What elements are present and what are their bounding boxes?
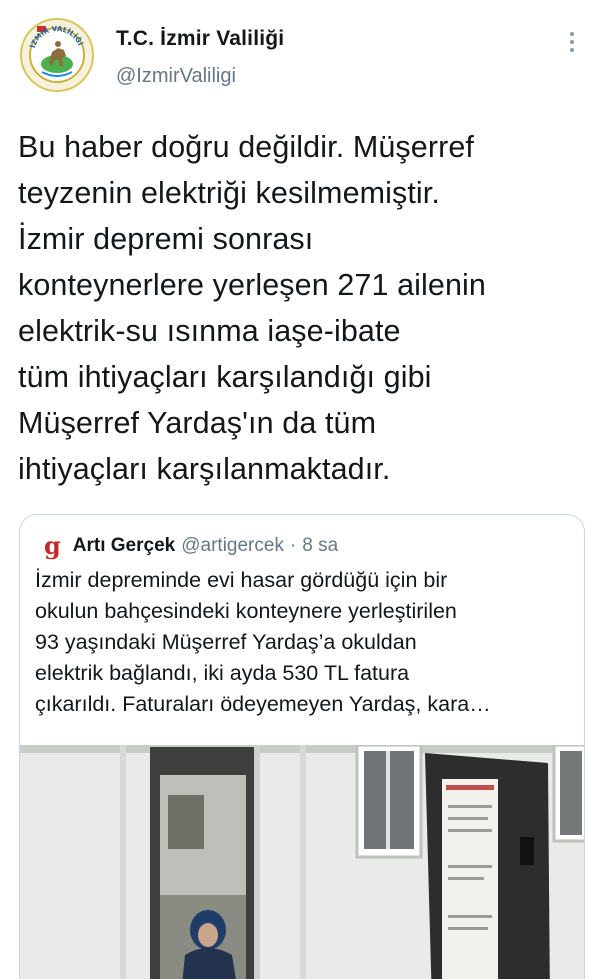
quoted-tweet-text: İzmir depreminde evi hasar gördüğü için … — [35, 568, 491, 716]
quoted-user-handle[interactable]: @artigercek — [181, 535, 284, 557]
tweet-text: Bu haber doğru değildir. Müşerref teyzen… — [18, 130, 486, 486]
izmir-valiligi-emblem-icon: İZMİR VALİLİĞİ — [24, 22, 90, 88]
tweet-header: İZMİR VALİLİĞİ T.C. İzmir Valiliği @Izmi… — [0, 0, 600, 110]
container-photo — [20, 743, 584, 979]
quoted-tweet-header: g Artı Gerçek @artigercek · 8 sa — [44, 532, 338, 560]
user-handle[interactable]: @IzmirValiligi — [116, 65, 236, 88]
quoted-tweet-card[interactable]: g Artı Gerçek @artigercek · 8 sa İzmir d… — [19, 514, 585, 979]
quoted-timestamp[interactable]: 8 sa — [302, 535, 338, 557]
avatar[interactable]: İZMİR VALİLİĞİ — [20, 18, 94, 92]
quoted-display-name[interactable]: Artı Gerçek — [73, 535, 175, 557]
quoted-tweet-media[interactable] — [20, 743, 584, 979]
artigercek-logo-icon: g — [44, 531, 61, 560]
more-vertical-icon[interactable] — [568, 32, 576, 56]
display-name[interactable]: T.C. İzmir Valiliği — [116, 27, 284, 51]
quoted-separator: · — [289, 535, 297, 556]
tweet-page: İZMİR VALİLİĞİ T.C. İzmir Valiliği @Izmi… — [0, 0, 600, 979]
